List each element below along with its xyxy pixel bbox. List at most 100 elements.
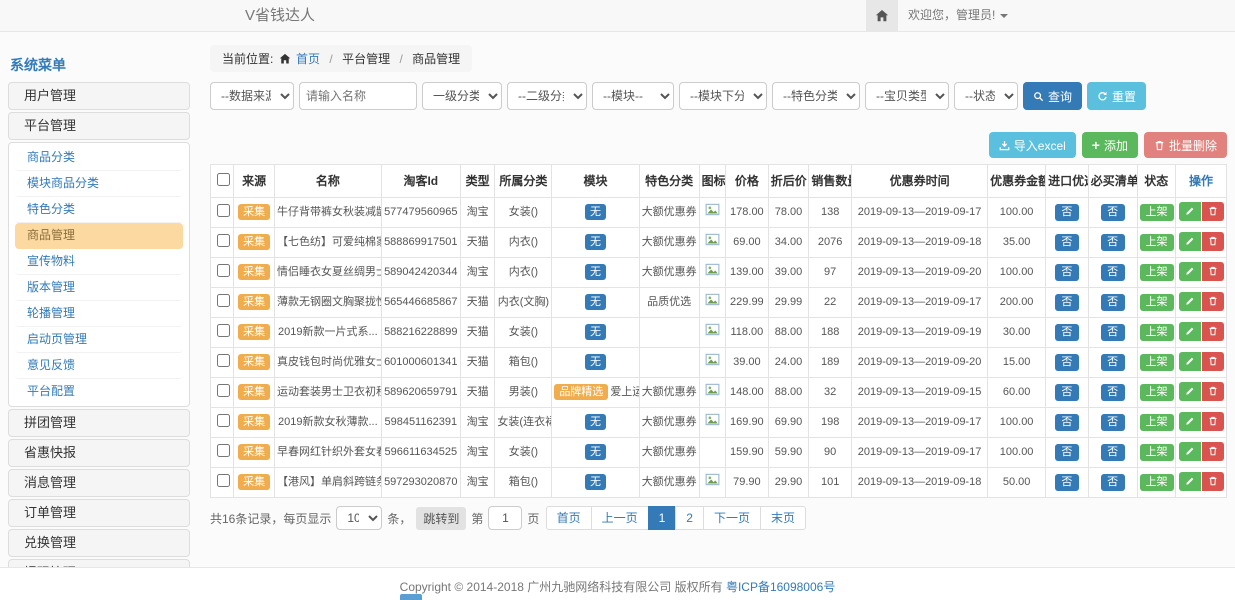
status-button[interactable]: 上架 [1140, 474, 1174, 491]
sidebar-group-groupbuy-management[interactable]: 拼团管理 [8, 409, 190, 437]
edit-button[interactable] [1179, 262, 1201, 281]
import-select-button[interactable]: 否 [1055, 414, 1079, 431]
import-select-button[interactable]: 否 [1055, 234, 1079, 251]
must-buy-button[interactable]: 否 [1101, 264, 1125, 281]
sidebar-item-module-product-category[interactable]: 模块商品分类 [15, 171, 183, 197]
row-checkbox[interactable] [217, 324, 230, 337]
must-buy-button[interactable]: 否 [1101, 234, 1125, 251]
delete-button[interactable] [1202, 322, 1224, 341]
delete-button[interactable] [1202, 352, 1224, 371]
sidebar-group-savings-express[interactable]: 省惠快报 [8, 439, 190, 467]
import-select-button[interactable]: 否 [1055, 204, 1079, 221]
reset-button[interactable]: 重置 [1087, 82, 1146, 110]
delete-button[interactable] [1202, 382, 1224, 401]
sidebar-group-message-management[interactable]: 消息管理 [8, 469, 190, 497]
import-select-button[interactable]: 否 [1055, 324, 1079, 341]
import-select-button[interactable]: 否 [1055, 384, 1079, 401]
import-select-button[interactable]: 否 [1055, 264, 1079, 281]
user-menu[interactable]: 欢迎您，管理员! [908, 0, 1008, 31]
product-type-select[interactable]: --宝贝类型-- [865, 82, 949, 110]
sidebar-item-feedback[interactable]: 意见反馈 [15, 353, 183, 379]
must-buy-button[interactable]: 否 [1101, 204, 1125, 221]
edit-button[interactable] [1179, 292, 1201, 311]
select-all-checkbox[interactable] [217, 173, 230, 186]
delete-button[interactable] [1202, 202, 1224, 221]
import-select-button[interactable]: 否 [1055, 474, 1079, 491]
status-button[interactable]: 上架 [1140, 444, 1174, 461]
status-button[interactable]: 上架 [1140, 264, 1174, 281]
status-select[interactable]: --状态-- [954, 82, 1018, 110]
row-checkbox[interactable] [217, 384, 230, 397]
search-button[interactable]: 查询 [1023, 82, 1082, 110]
batch-delete-button[interactable]: 批量删除 [1144, 132, 1227, 158]
sidebar-group-platform-management[interactable]: 平台管理 [8, 112, 190, 140]
status-button[interactable]: 上架 [1140, 234, 1174, 251]
page-number-input[interactable] [488, 506, 522, 530]
delete-button[interactable] [1202, 292, 1224, 311]
sidebar-item-carousel-management[interactable]: 轮播管理 [15, 301, 183, 327]
edit-button[interactable] [1179, 322, 1201, 341]
row-checkbox[interactable] [217, 444, 230, 457]
import-select-button[interactable]: 否 [1055, 294, 1079, 311]
sidebar-item-product-category[interactable]: 商品分类 [15, 145, 183, 171]
sidebar-group-user-management[interactable]: 用户管理 [8, 82, 190, 110]
row-checkbox[interactable] [217, 294, 230, 307]
sidebar-item-splash-page-management[interactable]: 启动页管理 [15, 327, 183, 353]
jump-button[interactable]: 跳转到 [416, 507, 466, 530]
status-button[interactable]: 上架 [1140, 294, 1174, 311]
delete-button[interactable] [1202, 472, 1224, 491]
sidebar-item-version-management[interactable]: 版本管理 [15, 275, 183, 301]
page-1-page-button[interactable]: 1 [648, 506, 677, 530]
status-button[interactable]: 上架 [1140, 324, 1174, 341]
breadcrumb-home-link[interactable]: 首页 [296, 52, 320, 66]
must-buy-button[interactable]: 否 [1101, 414, 1125, 431]
home-button[interactable] [866, 0, 898, 31]
data-source-select[interactable]: --数据来源-- [210, 82, 294, 110]
per-page-select[interactable]: 10 [336, 506, 382, 530]
must-buy-button[interactable]: 否 [1101, 444, 1125, 461]
icp-link[interactable]: 粤ICP备16098006号 [726, 580, 835, 594]
last-page-button[interactable]: 末页 [760, 506, 806, 530]
edit-button[interactable] [1179, 442, 1201, 461]
edit-button[interactable] [1179, 352, 1201, 371]
row-checkbox[interactable] [217, 354, 230, 367]
must-buy-button[interactable]: 否 [1101, 354, 1125, 371]
next-page-button[interactable]: 下一页 [703, 506, 761, 530]
edit-button[interactable] [1179, 232, 1201, 251]
edit-button[interactable] [1179, 412, 1201, 431]
level2-category-select[interactable]: --二级分类-- [507, 82, 587, 110]
sidebar-item-promo-materials[interactable]: 宣传物料 [15, 249, 183, 275]
delete-button[interactable] [1202, 412, 1224, 431]
row-checkbox[interactable] [217, 234, 230, 247]
sidebar-item-platform-config[interactable]: 平台配置 [15, 379, 183, 404]
edit-button[interactable] [1179, 202, 1201, 221]
first-page-button[interactable]: 首页 [546, 506, 592, 530]
delete-button[interactable] [1202, 262, 1224, 281]
must-buy-button[interactable]: 否 [1101, 384, 1125, 401]
sidebar-item-product-management[interactable]: 商品管理 [15, 223, 183, 249]
row-checkbox[interactable] [217, 414, 230, 427]
row-checkbox[interactable] [217, 204, 230, 217]
status-button[interactable]: 上架 [1140, 354, 1174, 371]
delete-button[interactable] [1202, 442, 1224, 461]
sidebar-item-feature-category[interactable]: 特色分类 [15, 197, 183, 223]
page-2-page-button[interactable]: 2 [675, 506, 704, 530]
delete-button[interactable] [1202, 232, 1224, 251]
prev-page-button[interactable]: 上一页 [591, 506, 649, 530]
must-buy-button[interactable]: 否 [1101, 324, 1125, 341]
status-button[interactable]: 上架 [1140, 384, 1174, 401]
sidebar-group-exchange-management[interactable]: 兑换管理 [8, 529, 190, 557]
add-button[interactable]: + 添加 [1082, 132, 1138, 158]
row-checkbox[interactable] [217, 474, 230, 487]
sidebar-group-order-management[interactable]: 订单管理 [8, 499, 190, 527]
must-buy-button[interactable]: 否 [1101, 474, 1125, 491]
import-select-button[interactable]: 否 [1055, 354, 1079, 371]
import-excel-button[interactable]: 导入excel [989, 132, 1076, 158]
import-select-button[interactable]: 否 [1055, 444, 1079, 461]
module-select[interactable]: --模块-- [592, 82, 674, 110]
status-button[interactable]: 上架 [1140, 414, 1174, 431]
must-buy-button[interactable]: 否 [1101, 294, 1125, 311]
edit-button[interactable] [1179, 382, 1201, 401]
name-input[interactable] [299, 82, 417, 110]
level1-category-select[interactable]: 一级分类 [422, 82, 502, 110]
